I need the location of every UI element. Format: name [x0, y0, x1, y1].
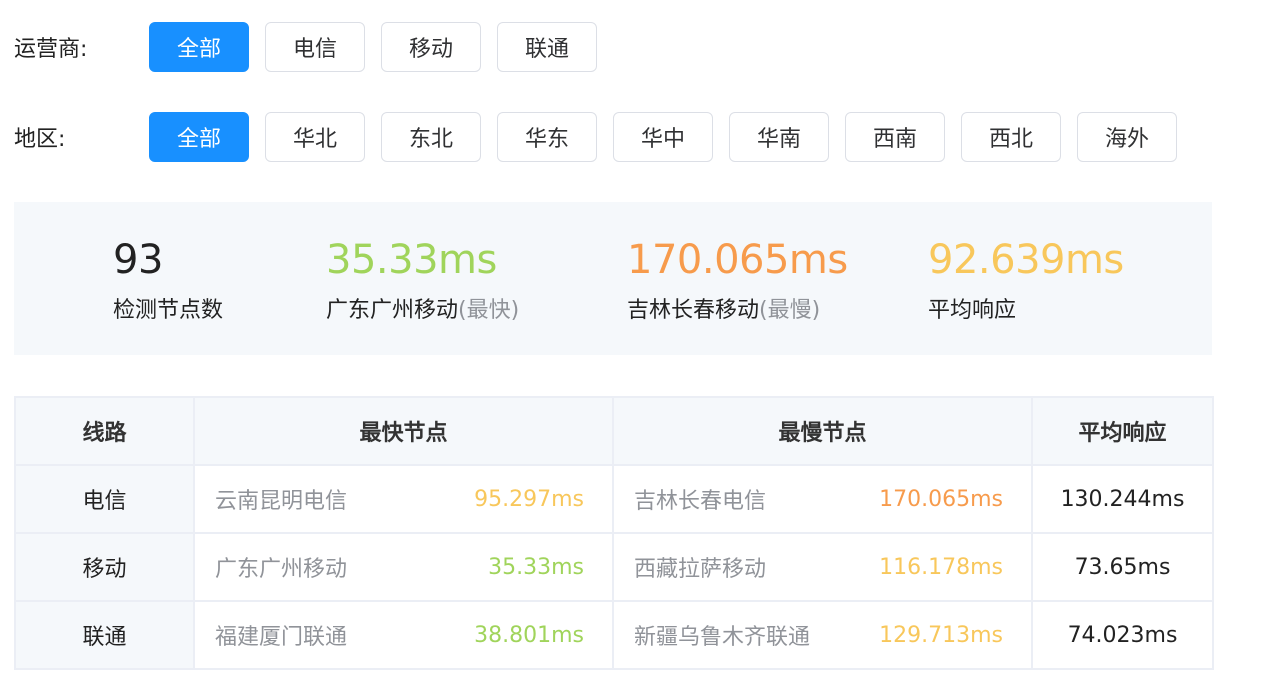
operator-option-mobile[interactable]: 移动 — [381, 22, 481, 72]
stat-slowest-node: 吉林长春移动 — [627, 298, 760, 323]
row-slowest-node: 西藏拉萨移动 — [634, 557, 767, 582]
table-row: 联通 福建厦门联通 38.801ms 新疆乌鲁木齐联通 129.713ms 74.0… — [14, 600, 1214, 670]
operator-option-unicom[interactable]: 联通 — [497, 22, 597, 72]
header-average: 平均响应 — [1031, 396, 1214, 466]
region-option-central[interactable]: 华中 — [613, 112, 713, 162]
stat-node-count: 93 检测节点数 — [113, 236, 223, 326]
region-filter-label: 地区: — [14, 127, 66, 152]
header-line: 线路 — [14, 396, 195, 466]
operator-filter: 运营商: 全部 电信 移动 联通 — [14, 22, 613, 72]
stat-slowest-value: 170.065ms — [627, 237, 848, 283]
stat-node-count-label: 检测节点数 — [113, 298, 224, 323]
stat-average: 92.639ms 平均响应 — [928, 236, 1124, 326]
operator-option-all[interactable]: 全部 — [149, 22, 249, 72]
stat-node-count-value: 93 — [113, 237, 163, 283]
row-fastest-cell: 福建厦门联通 38.801ms — [193, 600, 614, 670]
stat-fastest: 35.33ms 广东广州移动(最快) — [326, 236, 519, 326]
operator-option-telecom[interactable]: 电信 — [265, 22, 365, 72]
row-average: 74.023ms — [1031, 600, 1214, 670]
row-slowest-cell: 新疆乌鲁木齐联通 129.713ms — [612, 600, 1033, 670]
row-fastest-cell: 广东广州移动 35.33ms — [193, 532, 614, 602]
header-slowest-node: 最慢节点 — [612, 396, 1033, 466]
region-option-south[interactable]: 华南 — [729, 112, 829, 162]
row-slowest-cell: 吉林长春电信 170.065ms — [612, 464, 1033, 534]
row-fastest-node: 云南昆明电信 — [215, 489, 348, 514]
region-option-southwest[interactable]: 西南 — [845, 112, 945, 162]
stat-fastest-note: (最快) — [458, 298, 520, 323]
row-slowest-ms: 129.713ms — [879, 622, 1003, 648]
stat-fastest-node: 广东广州移动 — [326, 298, 459, 323]
row-fastest-node: 福建厦门联通 — [215, 625, 348, 650]
row-slowest-ms: 170.065ms — [879, 486, 1003, 512]
region-option-northwest[interactable]: 西北 — [961, 112, 1061, 162]
row-slowest-node: 新疆乌鲁木齐联通 — [634, 625, 811, 650]
region-option-northeast[interactable]: 东北 — [381, 112, 481, 162]
result-table: 线路 最快节点 最慢节点 平均响应 电信 云南昆明电信 95.297ms 吉林长春… — [14, 396, 1214, 670]
stat-fastest-value: 35.33ms — [326, 237, 497, 283]
row-average: 130.244ms — [1031, 464, 1214, 534]
row-slowest-cell: 西藏拉萨移动 116.178ms — [612, 532, 1033, 602]
row-line: 联通 — [14, 600, 195, 670]
region-filter: 地区: 全部 华北 东北 华东 华中 华南 西南 西北 海外 — [14, 112, 1193, 162]
table-row: 电信 云南昆明电信 95.297ms 吉林长春电信 170.065ms 130.24… — [14, 464, 1214, 534]
table-row: 移动 广东广州移动 35.33ms 西藏拉萨移动 116.178ms 73.65ms — [14, 532, 1214, 602]
row-slowest-ms: 116.178ms — [879, 554, 1003, 580]
stat-slowest-note: (最慢) — [759, 298, 821, 323]
region-option-overseas[interactable]: 海外 — [1077, 112, 1177, 162]
summary-panel: 93 检测节点数 35.33ms 广东广州移动(最快) 170.065ms 吉林… — [14, 202, 1212, 355]
row-slowest-node: 吉林长春电信 — [634, 489, 767, 514]
region-option-all[interactable]: 全部 — [149, 112, 249, 162]
row-fastest-node: 广东广州移动 — [215, 557, 348, 582]
region-option-north[interactable]: 华北 — [265, 112, 365, 162]
row-fastest-cell: 云南昆明电信 95.297ms — [193, 464, 614, 534]
row-fastest-ms: 35.33ms — [488, 554, 584, 580]
table-header-row: 线路 最快节点 最慢节点 平均响应 — [14, 396, 1214, 466]
stat-average-label: 平均响应 — [928, 298, 1017, 323]
row-fastest-ms: 38.801ms — [474, 622, 584, 648]
stat-average-value: 92.639ms — [928, 237, 1124, 283]
header-fastest-node: 最快节点 — [193, 396, 614, 466]
stat-slowest-label: 吉林长春移动(最慢) — [627, 296, 848, 326]
stat-slowest: 170.065ms 吉林长春移动(最慢) — [627, 236, 848, 326]
row-line: 电信 — [14, 464, 195, 534]
row-average: 73.65ms — [1031, 532, 1214, 602]
region-option-east[interactable]: 华东 — [497, 112, 597, 162]
row-line: 移动 — [14, 532, 195, 602]
stat-fastest-label: 广东广州移动(最快) — [326, 296, 519, 326]
row-fastest-ms: 95.297ms — [474, 486, 584, 512]
operator-filter-label: 运营商: — [14, 37, 88, 62]
